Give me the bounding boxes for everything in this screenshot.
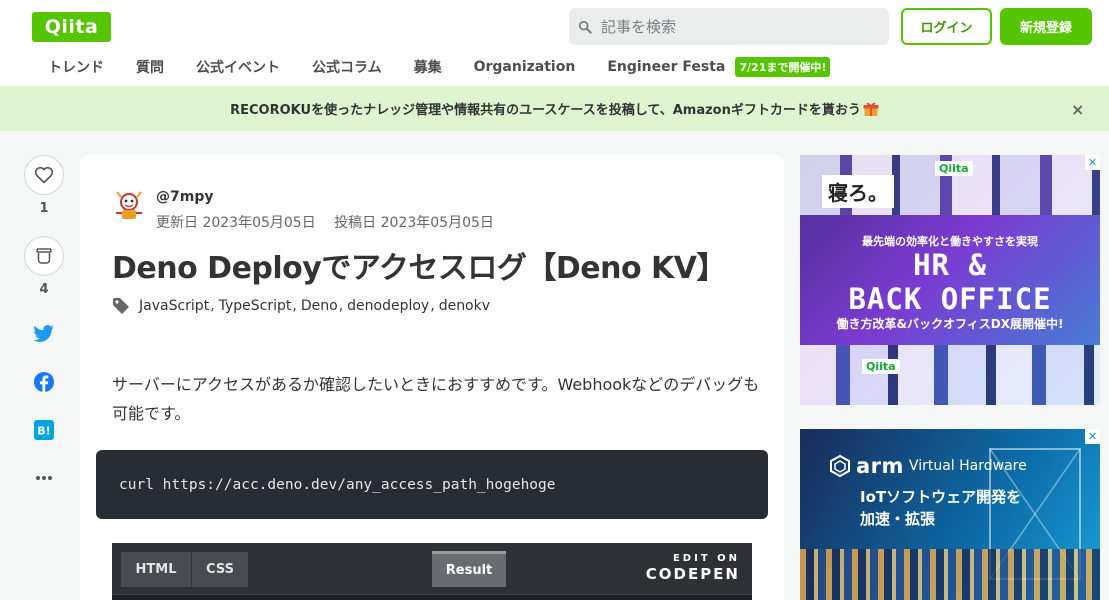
heart-icon: [34, 166, 54, 184]
search-box[interactable]: [569, 8, 889, 45]
codepen-tab-css[interactable]: CSS: [192, 552, 248, 587]
arm-hex-icon: [830, 455, 850, 477]
event-badge: 7/21まで開催中!: [735, 57, 831, 77]
like-count: 1: [39, 201, 49, 216]
sidebar-ad-hr-backoffice[interactable]: 寝ろ。 Qiita 最先端の効率化と働きやすさを実現 HR & BACK OFF…: [800, 155, 1100, 405]
ad-subtitle: 最先端の効率化と働きやすさを実現: [862, 235, 1038, 248]
codepen-brand: CODEPEN: [645, 565, 740, 583]
codepen-header: HTML CSS Result EDIT ON CODEPEN: [112, 543, 752, 595]
tag-icon: [113, 298, 129, 314]
nav-item-engineer-festa[interactable]: Engineer Festa: [591, 59, 741, 75]
banner-close-button[interactable]: ×: [1071, 100, 1084, 119]
ad-tag-text: 寝ろ。: [822, 175, 894, 208]
hatena-bookmark-icon: B!: [34, 420, 54, 440]
codepen-edit-link[interactable]: EDIT ON CODEPEN: [646, 553, 740, 583]
arm-ad-title-line1: IoTソフトウェア開発を: [860, 488, 1022, 506]
article-actions: 1 4: [24, 155, 64, 302]
svg-text:B!: B!: [37, 425, 50, 438]
nav-item-recruit[interactable]: 募集: [398, 57, 458, 77]
tag-javascript[interactable]: JavaScript: [139, 298, 209, 314]
edit-on-label: EDIT ON: [672, 553, 740, 564]
like-button[interactable]: [24, 155, 64, 195]
qiita-logo[interactable]: Qiita: [32, 12, 111, 42]
signup-button[interactable]: 新規登録: [1000, 8, 1092, 45]
site-header: Qiita ログイン 新規登録 トレンド 質問 公式イベント 公式コラム 募集 …: [0, 0, 1109, 86]
arm-ad-title: IoTソフトウェア開発を 加速・拡張: [860, 486, 1021, 530]
announcement-banner[interactable]: RECOROKUを使ったナレッジ管理や情報共有のユースケースを投稿して、Amaz…: [0, 86, 1109, 131]
nav-item-organization[interactable]: Organization: [458, 59, 592, 75]
updated-date: 更新日 2023年05月05日: [156, 215, 316, 231]
ad-main-heading: HR & BACK OFFICE: [800, 248, 1100, 316]
ad-close-icon[interactable]: ✕: [1085, 429, 1100, 444]
more-icon: [36, 476, 52, 480]
article-card: @7mpy 更新日 2023年05月05日 投稿日 2023年05月05日 De…: [80, 155, 784, 600]
stock-button[interactable]: [24, 236, 64, 276]
ad-close-icon[interactable]: ✕: [1085, 155, 1100, 170]
ad-footer-text: 働き方改革&バックオフィスDX展開催中!: [836, 317, 1064, 331]
arm-product: Virtual Hardware: [908, 458, 1027, 474]
search-icon: [578, 20, 592, 34]
tag-separator: ,: [210, 298, 215, 314]
ad-qiita-brand-top: Qiita: [935, 161, 973, 176]
tag-typescript[interactable]: TypeScript: [219, 298, 292, 314]
stock-icon: [36, 248, 52, 264]
tag-denodeploy[interactable]: denodeploy: [347, 298, 429, 314]
twitter-icon: [33, 325, 54, 342]
arm-ad-title-line2: 加速・拡張: [860, 510, 936, 528]
nav-item-questions[interactable]: 質問: [120, 57, 180, 77]
nav-item-official-events[interactable]: 公式イベント: [180, 57, 296, 77]
ad-main-line2: BACK OFFICE: [848, 282, 1052, 316]
arm-brand: arm: [856, 454, 904, 478]
code-text: curl https://acc.deno.dev/any_access_pat…: [119, 476, 556, 493]
tag-separator: ,: [430, 298, 435, 314]
login-button[interactable]: ログイン: [901, 8, 992, 45]
author-username[interactable]: @7mpy: [156, 189, 213, 205]
tag-separator: ,: [292, 298, 297, 314]
twitter-share-button[interactable]: [32, 322, 56, 346]
arm-logo: arm Virtual Hardware: [830, 454, 1027, 478]
hatena-bookmark-button[interactable]: B!: [32, 418, 56, 442]
search-input[interactable]: [601, 17, 871, 36]
tag-denokv[interactable]: denokv: [439, 298, 490, 314]
codepen-tab-html[interactable]: HTML: [121, 552, 191, 587]
code-block[interactable]: curl https://acc.deno.dev/any_access_pat…: [96, 450, 768, 519]
banner-text[interactable]: RECOROKUを使ったナレッジ管理や情報共有のユースケースを投稿して、Amaz…: [230, 99, 861, 118]
posted-date: 投稿日 2023年05月05日: [334, 215, 494, 231]
main-nav: トレンド 質問 公式イベント 公式コラム 募集 Organization Eng…: [32, 54, 831, 80]
codepen-tab-result[interactable]: Result: [432, 551, 506, 587]
facebook-icon: [34, 372, 54, 392]
ad-qiita-brand-bottom: Qiita: [862, 359, 900, 374]
sidebar-ad-arm[interactable]: arm Virtual Hardware IoTソフトウェア開発を 加速・拡張 …: [800, 429, 1100, 600]
article-tags: JavaScript, TypeScript, Deno, denodeploy…: [112, 297, 490, 315]
tag-deno[interactable]: Deno: [301, 298, 338, 314]
article-dates: 更新日 2023年05月05日 投稿日 2023年05月05日: [156, 212, 494, 232]
author-avatar[interactable]: [112, 189, 146, 223]
more-options-button[interactable]: [32, 466, 56, 490]
ad-main-line1: HR &: [913, 248, 987, 282]
ad-decoration: [800, 549, 1100, 600]
nav-item-official-columns[interactable]: 公式コラム: [296, 57, 398, 77]
facebook-share-button[interactable]: [32, 370, 56, 394]
article-title: Deno Deployでアクセスログ【Deno KV】: [112, 251, 726, 286]
ad-decoration: [800, 345, 1100, 405]
article-paragraph: サーバーにアクセスがあるか確認したいときにおすすめです。Webhookなどのデバ…: [112, 375, 760, 423]
nav-item-trend[interactable]: トレンド: [32, 57, 120, 77]
gift-icon: [863, 102, 879, 116]
stock-count: 4: [39, 282, 49, 297]
codepen-embed[interactable]: HTML CSS Result EDIT ON CODEPEN: [112, 543, 752, 600]
tag-separator: ,: [338, 298, 344, 314]
